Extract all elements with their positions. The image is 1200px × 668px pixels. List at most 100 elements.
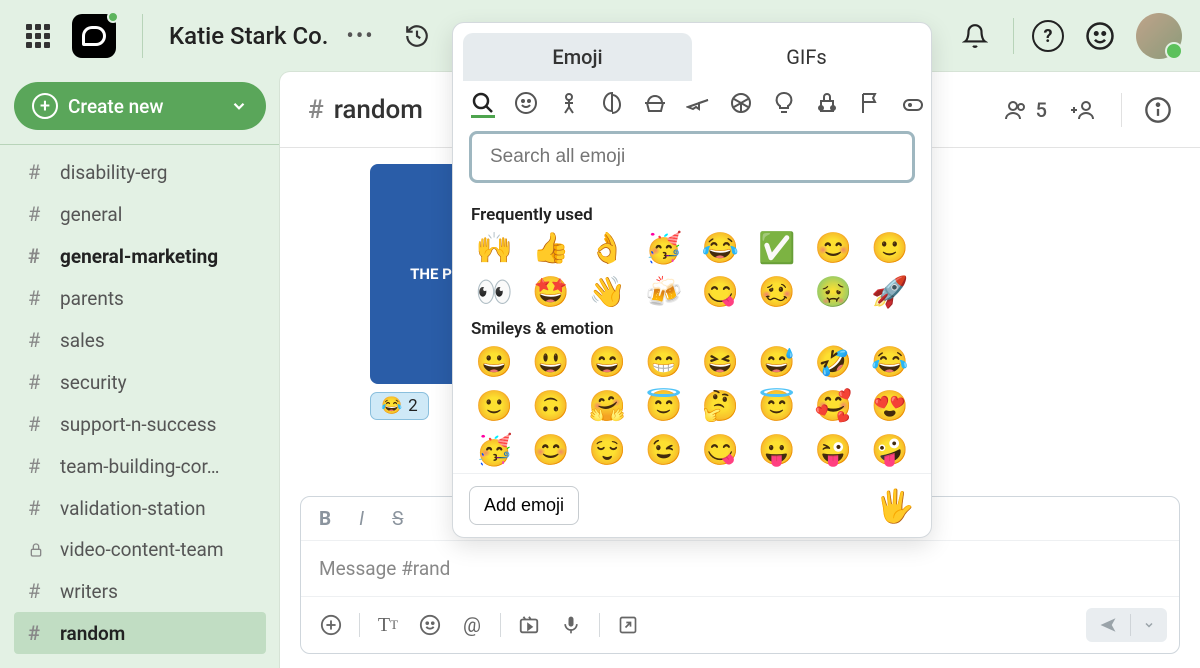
emoji-item[interactable]: 🙂 (469, 389, 520, 425)
format-strike[interactable]: S (392, 507, 403, 530)
emoji-item[interactable]: 🚀 (865, 275, 916, 311)
emoji-item[interactable]: ✅ (752, 231, 803, 267)
emoji-item[interactable]: 😋 (695, 275, 746, 311)
emoji-item[interactable]: 🥰 (808, 389, 859, 425)
emoji-item[interactable]: 👀 (469, 275, 520, 311)
send-more-button[interactable] (1131, 611, 1167, 639)
section-title-smileys: Smileys & emotion (471, 319, 915, 339)
emoji-item[interactable]: 🍻 (639, 275, 690, 311)
hash-icon: # (28, 160, 46, 184)
format-italic[interactable]: I (359, 507, 364, 530)
sidebar-item-support-n-success[interactable]: #support-n-success (14, 403, 266, 445)
sidebar-item-general-marketing[interactable]: #general-marketing (14, 235, 266, 277)
sidebar-item-video-content-team[interactable]: video-content-team (14, 529, 266, 570)
emoji-item[interactable]: 😇 (639, 389, 690, 425)
category-flags-icon[interactable] (858, 91, 882, 115)
emoji-item[interactable]: 😆 (695, 345, 746, 381)
reaction-count: 2 (408, 396, 418, 416)
category-smileys-icon[interactable] (514, 91, 538, 115)
emoji-item[interactable]: 😊 (526, 433, 577, 469)
emoji-item[interactable]: 😃 (526, 345, 577, 381)
members-button[interactable]: 5 (1002, 98, 1047, 122)
emoji-item[interactable]: 😊 (808, 231, 859, 267)
mention-icon[interactable]: @ (454, 607, 490, 643)
emoji-item[interactable]: 😄 (582, 345, 633, 381)
emoji-item[interactable]: 🥳 (639, 231, 690, 267)
create-new-button[interactable]: + Create new (14, 82, 266, 130)
sidebar-item-security[interactable]: #security (14, 361, 266, 403)
video-icon[interactable] (511, 607, 547, 643)
emoji-item[interactable]: 🤪 (865, 433, 916, 469)
emoji-item[interactable]: 😌 (582, 433, 633, 469)
emoji-item[interactable]: 🥳 (469, 433, 520, 469)
emoji-icon[interactable] (412, 607, 448, 643)
emoji-item[interactable]: 🙃 (526, 389, 577, 425)
emoji-item[interactable]: 🥴 (752, 275, 803, 311)
tab-emoji[interactable]: Emoji (463, 33, 692, 81)
category-custom-icon[interactable] (901, 91, 925, 115)
apps-grid-icon[interactable] (18, 16, 58, 56)
emoji-search-input[interactable] (469, 131, 915, 183)
sidebar-item-parents[interactable]: #parents (14, 277, 266, 319)
category-people-icon[interactable] (557, 91, 581, 115)
tab-gifs[interactable]: GIFs (692, 33, 921, 81)
emoji-item[interactable]: 🙌 (469, 231, 520, 267)
smiley-icon[interactable] (1080, 16, 1120, 56)
emoji-item[interactable]: 😀 (469, 345, 520, 381)
workspace-name[interactable]: Katie Stark Co. (169, 22, 328, 50)
hash-icon: # (28, 244, 46, 268)
format-bold[interactable]: B (319, 507, 331, 530)
channel-label: team-building-cor… (60, 455, 219, 478)
category-objects-icon[interactable] (772, 91, 796, 115)
reaction-pill[interactable]: 😂 2 (370, 392, 429, 420)
emoji-item[interactable]: 😜 (808, 433, 859, 469)
send-button[interactable] (1086, 608, 1130, 642)
history-icon[interactable] (397, 16, 437, 56)
sidebar-item-general[interactable]: #general (14, 193, 266, 235)
category-search-icon[interactable] (471, 91, 495, 115)
category-nature-icon[interactable] (600, 91, 624, 115)
category-food-icon[interactable] (643, 91, 667, 115)
emoji-item[interactable]: 😅 (752, 345, 803, 381)
sidebar-item-sales[interactable]: #sales (14, 319, 266, 361)
info-icon[interactable] (1144, 96, 1172, 124)
emoji-item[interactable]: 🤔 (695, 389, 746, 425)
emoji-item[interactable]: 😁 (639, 345, 690, 381)
emoji-item[interactable]: 🤩 (526, 275, 577, 311)
category-travel-icon[interactable] (686, 91, 710, 115)
emoji-item[interactable]: 👍 (526, 231, 577, 267)
create-new-label: Create new (68, 95, 163, 118)
emoji-item[interactable]: 😂 (865, 345, 916, 381)
category-symbols-icon[interactable] (815, 91, 839, 115)
emoji-item[interactable]: 👋 (582, 275, 633, 311)
add-member-button[interactable] (1069, 98, 1099, 122)
workspace-logo[interactable] (66, 14, 116, 58)
emoji-item[interactable]: 😇 (752, 389, 803, 425)
bell-icon[interactable] (955, 16, 995, 56)
emoji-item[interactable]: 🤣 (808, 345, 859, 381)
sidebar-item-random[interactable]: #random (14, 612, 266, 654)
mic-icon[interactable] (553, 607, 589, 643)
emoji-item[interactable]: 😛 (752, 433, 803, 469)
category-activities-icon[interactable] (729, 91, 753, 115)
emoji-item[interactable]: 😍 (865, 389, 916, 425)
open-new-icon[interactable] (610, 607, 646, 643)
sidebar-item-writers[interactable]: #writers (14, 570, 266, 612)
more-icon[interactable]: ••• (346, 24, 374, 49)
emoji-item[interactable]: 😋 (695, 433, 746, 469)
add-attachment-icon[interactable] (313, 607, 349, 643)
emoji-item[interactable]: 👌 (582, 231, 633, 267)
emoji-item[interactable]: 😉 (639, 433, 690, 469)
format-text-icon[interactable]: TT (370, 607, 406, 643)
add-emoji-button[interactable]: Add emoji (469, 486, 579, 525)
help-icon[interactable]: ? (1032, 20, 1064, 52)
sidebar-item-validation-station[interactable]: #validation-station (14, 487, 266, 529)
sidebar-item-team-building-cor-[interactable]: #team-building-cor… (14, 445, 266, 487)
emoji-item[interactable]: 🤢 (808, 275, 859, 311)
emoji-item[interactable]: 🙂 (865, 231, 916, 267)
emoji-item[interactable]: 😂 (695, 231, 746, 267)
message-input[interactable]: Message #rand (301, 541, 1179, 596)
emoji-item[interactable]: 🤗 (582, 389, 633, 425)
avatar[interactable] (1136, 13, 1182, 59)
sidebar-item-disability-erg[interactable]: #disability-erg (14, 151, 266, 193)
